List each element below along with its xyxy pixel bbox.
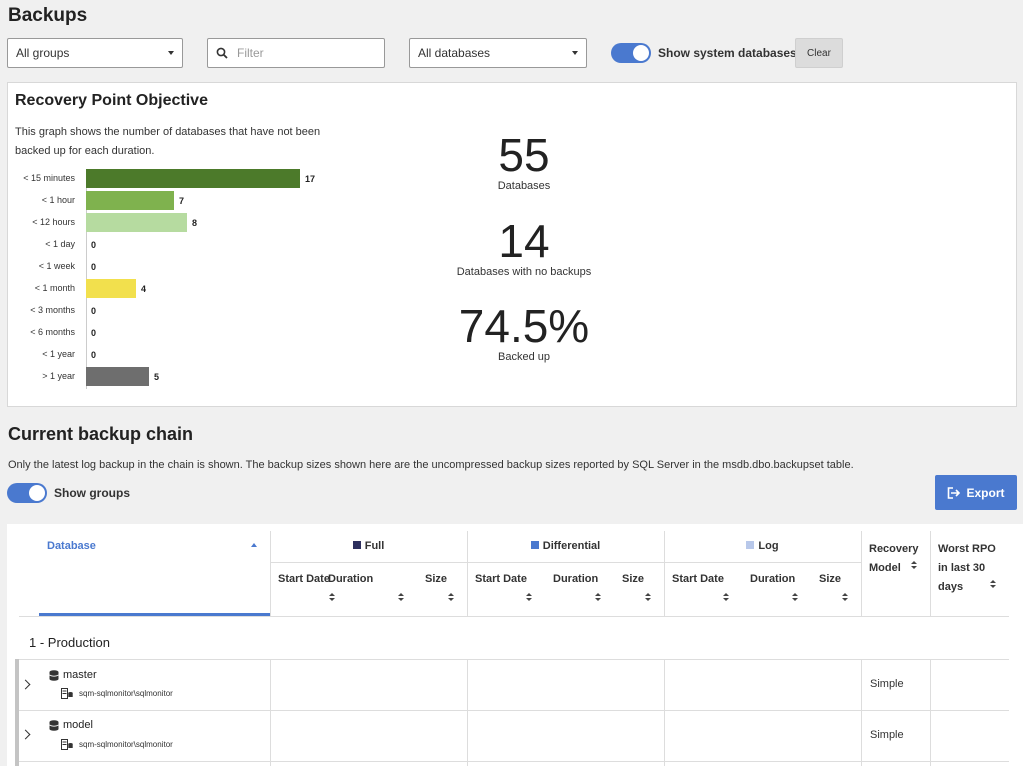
chain-description: Only the latest log backup in the chain … bbox=[8, 459, 854, 471]
bar-category-label: < 1 month bbox=[34, 283, 75, 293]
group-select-value: All groups bbox=[16, 46, 70, 60]
diff-start-date-header[interactable]: Start Date bbox=[475, 573, 527, 585]
bar[interactable] bbox=[86, 169, 300, 188]
sort-ascending-icon bbox=[251, 543, 257, 547]
bar-value-label: 5 bbox=[154, 372, 160, 382]
show-system-databases-toggle[interactable] bbox=[611, 43, 651, 63]
filter-field[interactable] bbox=[207, 38, 385, 68]
differential-legend-icon bbox=[530, 541, 539, 549]
stat-backed-up-label: Backed up bbox=[498, 351, 550, 363]
stat-no-backups-label: Databases with no backups bbox=[456, 266, 592, 278]
group-select[interactable]: All groups bbox=[7, 38, 183, 68]
database-name[interactable]: model bbox=[63, 719, 93, 731]
bar[interactable] bbox=[86, 279, 136, 298]
recovery-model-header[interactable]: Recovery Model bbox=[869, 540, 925, 578]
bar-category-label: < 6 months bbox=[30, 327, 75, 337]
stat-backed-up-value: 74.5% bbox=[458, 300, 590, 352]
stat-no-backups-value: 14 bbox=[498, 215, 550, 267]
chevron-down-icon bbox=[572, 51, 578, 55]
bar-value-label: 0 bbox=[91, 262, 97, 272]
database-select[interactable]: All databases bbox=[409, 38, 587, 68]
sort-icon[interactable] bbox=[990, 580, 996, 589]
database-select-value: All databases bbox=[418, 46, 491, 60]
recovery-model-cell: Simple bbox=[870, 678, 904, 690]
bar-category-label: < 1 year bbox=[42, 349, 75, 359]
bar-value-label: 0 bbox=[91, 350, 97, 360]
clear-button[interactable]: Clear bbox=[795, 38, 843, 68]
show-groups-toggle[interactable] bbox=[7, 483, 47, 503]
export-label: Export bbox=[966, 485, 1005, 500]
chevron-down-icon bbox=[168, 51, 174, 55]
bar-value-label: 7 bbox=[179, 196, 185, 206]
export-button[interactable]: Export bbox=[935, 475, 1017, 510]
log-group-header: Log bbox=[664, 540, 861, 552]
bar-category-label: < 3 months bbox=[30, 305, 75, 315]
full-group-header: Full bbox=[270, 540, 467, 552]
log-legend-icon bbox=[746, 541, 755, 549]
log-start-date-header[interactable]: Start Date bbox=[672, 573, 724, 585]
database-column-header[interactable]: Database bbox=[47, 540, 96, 552]
rpo-title: Recovery Point Objective bbox=[15, 92, 208, 109]
bar[interactable] bbox=[86, 367, 149, 386]
backup-chain-table: Database Full Differential Log Start Dat… bbox=[7, 524, 1023, 766]
bar[interactable] bbox=[86, 191, 174, 210]
database-icon bbox=[49, 720, 59, 731]
show-system-databases-label: Show system databases bbox=[658, 46, 797, 60]
server-instance-icon bbox=[61, 688, 73, 699]
bar-value-label: 8 bbox=[192, 218, 198, 228]
chevron-right-icon[interactable] bbox=[20, 679, 31, 690]
bar-value-label: 0 bbox=[91, 328, 97, 338]
stat-databases-value: 55 bbox=[498, 129, 550, 181]
sort-icon[interactable] bbox=[595, 593, 601, 602]
bar-category-label: < 15 minutes bbox=[23, 173, 75, 183]
filter-input[interactable] bbox=[237, 46, 377, 60]
database-icon bbox=[49, 670, 59, 681]
bar-category-label: < 1 day bbox=[45, 239, 75, 249]
toggle-knob bbox=[633, 45, 649, 61]
page-title: Backups bbox=[8, 5, 88, 26]
sort-icon[interactable] bbox=[792, 593, 798, 602]
log-size-header[interactable]: Size bbox=[819, 573, 841, 585]
sort-icon[interactable] bbox=[526, 593, 532, 602]
sort-icon[interactable] bbox=[842, 593, 848, 602]
sort-icon[interactable] bbox=[911, 561, 917, 570]
diff-size-header[interactable]: Size bbox=[622, 573, 644, 585]
rpo-panel: Recovery Point Objective This graph show… bbox=[7, 82, 1017, 407]
toggle-knob bbox=[29, 485, 45, 501]
full-legend-icon bbox=[352, 541, 361, 549]
recovery-model-cell: Simple bbox=[870, 729, 904, 741]
full-duration-header[interactable]: Duration bbox=[328, 573, 373, 585]
database-instance: sqm-sqlmonitor\sqlmonitor bbox=[79, 740, 173, 749]
bar-category-label: > 1 year bbox=[42, 371, 75, 381]
differential-group-header: Differential bbox=[467, 540, 664, 552]
diff-duration-header[interactable]: Duration bbox=[553, 573, 598, 585]
bar-value-label: 4 bbox=[141, 284, 147, 294]
database-name[interactable]: master bbox=[63, 669, 97, 681]
bar-value-label: 17 bbox=[305, 174, 316, 184]
sort-icon[interactable] bbox=[645, 593, 651, 602]
bar-category-label: < 1 hour bbox=[41, 195, 75, 205]
bar-value-label: 0 bbox=[91, 306, 97, 316]
chevron-right-icon[interactable] bbox=[20, 729, 31, 740]
search-icon bbox=[216, 47, 228, 59]
full-start-date-header[interactable]: Start Date bbox=[278, 573, 330, 585]
bar-category-label: < 1 week bbox=[38, 261, 75, 271]
bar-value-label: 0 bbox=[91, 240, 97, 250]
group-row-label[interactable]: 1 - Production bbox=[29, 635, 110, 650]
show-groups-label: Show groups bbox=[54, 486, 130, 500]
rpo-description: This graph shows the number of databases… bbox=[15, 126, 321, 157]
bar-category-label: < 12 hours bbox=[32, 217, 75, 227]
log-duration-header[interactable]: Duration bbox=[750, 573, 795, 585]
database-instance: sqm-sqlmonitor\sqlmonitor bbox=[79, 689, 173, 698]
sort-icon[interactable] bbox=[723, 593, 729, 602]
export-icon bbox=[948, 486, 961, 499]
sort-icon[interactable] bbox=[398, 593, 404, 602]
stat-databases-label: Databases bbox=[497, 180, 551, 192]
sort-icon[interactable] bbox=[329, 593, 335, 602]
server-instance-icon bbox=[61, 739, 73, 750]
chain-title: Current backup chain bbox=[8, 424, 194, 444]
full-size-header[interactable]: Size bbox=[425, 573, 447, 585]
sort-icon[interactable] bbox=[448, 593, 454, 602]
bar[interactable] bbox=[86, 213, 187, 232]
